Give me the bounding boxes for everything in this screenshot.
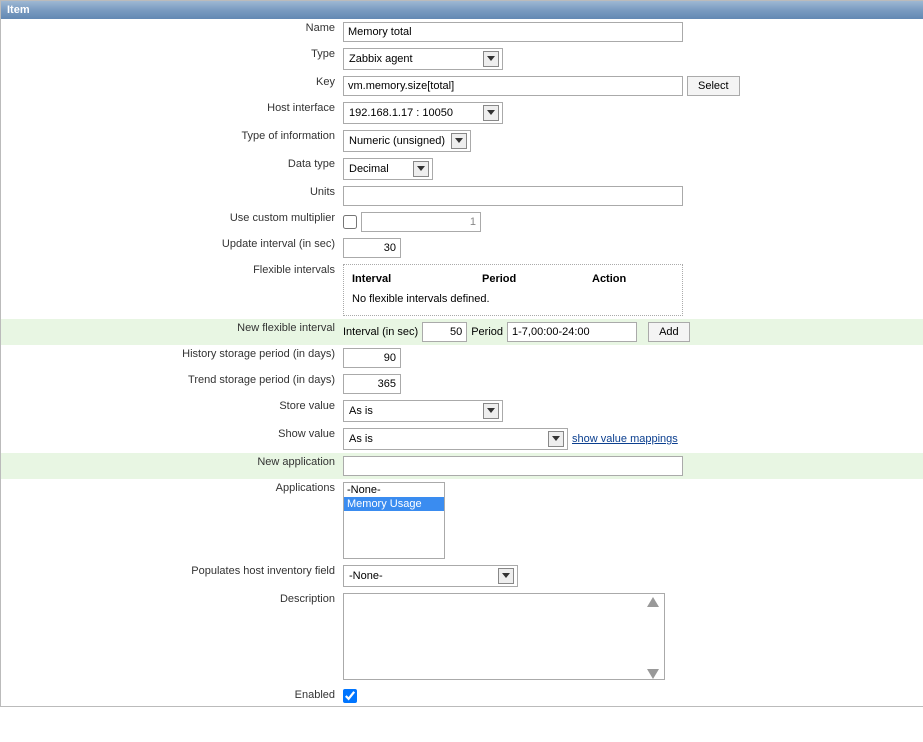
new-flex-interval-input[interactable] bbox=[422, 322, 467, 342]
label-key: Key bbox=[1, 73, 339, 99]
label-data-type: Data type bbox=[1, 155, 339, 183]
multiplier-input[interactable] bbox=[361, 212, 481, 232]
new-application-input[interactable] bbox=[343, 456, 683, 476]
applications-option[interactable]: -None- bbox=[344, 483, 444, 497]
history-storage-input[interactable] bbox=[343, 348, 401, 368]
applications-listbox[interactable]: -None- Memory Usage bbox=[343, 482, 445, 559]
applications-option[interactable]: Memory Usage bbox=[344, 497, 444, 511]
flex-header-period: Period bbox=[482, 273, 592, 285]
flexible-intervals-box: Interval Period Action No flexible inter… bbox=[343, 264, 683, 316]
label-applications: Applications bbox=[1, 479, 339, 562]
chevron-down-icon bbox=[483, 51, 499, 67]
data-type-select[interactable]: Decimal bbox=[343, 158, 433, 180]
label-trend-storage: Trend storage period (in days) bbox=[1, 371, 339, 397]
label-update-interval: Update interval (in sec) bbox=[1, 235, 339, 261]
label-populates-inventory: Populates host inventory field bbox=[1, 562, 339, 590]
label-new-application: New application bbox=[1, 453, 339, 479]
label-enabled: Enabled bbox=[1, 686, 339, 706]
data-type-value: Decimal bbox=[349, 163, 389, 175]
item-panel: Item Name Type Zabbix agent Key Select bbox=[0, 0, 923, 707]
label-type: Type bbox=[1, 45, 339, 73]
chevron-down-icon bbox=[413, 161, 429, 177]
panel-title: Item bbox=[1, 1, 923, 19]
label-use-custom-multiplier: Use custom multiplier bbox=[1, 209, 339, 235]
type-select[interactable]: Zabbix agent bbox=[343, 48, 503, 70]
new-flex-period-label: Period bbox=[471, 326, 503, 338]
name-input[interactable] bbox=[343, 22, 683, 42]
store-value-value: As is bbox=[349, 405, 373, 417]
flex-header-interval: Interval bbox=[352, 273, 482, 285]
chevron-down-icon bbox=[483, 403, 499, 419]
host-interface-value: 192.168.1.17 : 10050 bbox=[349, 107, 453, 119]
new-flex-period-input[interactable] bbox=[507, 322, 637, 342]
show-value-select[interactable]: As is bbox=[343, 428, 568, 450]
type-of-information-select[interactable]: Numeric (unsigned) bbox=[343, 130, 471, 152]
chevron-down-icon bbox=[498, 568, 514, 584]
label-type-of-information: Type of information bbox=[1, 127, 339, 155]
add-button[interactable]: Add bbox=[648, 322, 690, 342]
chevron-down-icon bbox=[483, 105, 499, 121]
populates-inventory-select[interactable]: -None- bbox=[343, 565, 518, 587]
new-flex-interval-label: Interval (in sec) bbox=[343, 326, 418, 338]
store-value-select[interactable]: As is bbox=[343, 400, 503, 422]
label-units: Units bbox=[1, 183, 339, 209]
enabled-checkbox[interactable] bbox=[343, 689, 357, 703]
host-interface-select[interactable]: 192.168.1.17 : 10050 bbox=[343, 102, 503, 124]
flex-header-action: Action bbox=[592, 273, 626, 285]
type-of-information-value: Numeric (unsigned) bbox=[349, 135, 445, 147]
label-name: Name bbox=[1, 19, 339, 45]
chevron-down-icon bbox=[451, 133, 467, 149]
units-input[interactable] bbox=[343, 186, 683, 206]
label-show-value: Show value bbox=[1, 425, 339, 453]
select-button[interactable]: Select bbox=[687, 76, 740, 96]
label-flexible-intervals: Flexible intervals bbox=[1, 261, 339, 319]
populates-inventory-value: -None- bbox=[349, 570, 383, 582]
chevron-down-icon bbox=[548, 431, 564, 447]
trend-storage-input[interactable] bbox=[343, 374, 401, 394]
type-select-value: Zabbix agent bbox=[349, 53, 413, 65]
show-value-mappings-link[interactable]: show value mappings bbox=[572, 433, 678, 445]
label-new-flexible-interval: New flexible interval bbox=[1, 319, 339, 345]
label-host-interface: Host interface bbox=[1, 99, 339, 127]
item-form: Name Type Zabbix agent Key Select bbox=[1, 19, 923, 706]
flex-no-defined: No flexible intervals defined. bbox=[352, 293, 674, 305]
update-interval-input[interactable] bbox=[343, 238, 401, 258]
description-textarea[interactable] bbox=[343, 593, 665, 680]
label-history-storage: History storage period (in days) bbox=[1, 345, 339, 371]
key-input[interactable] bbox=[343, 76, 683, 96]
show-value-value: As is bbox=[349, 433, 373, 445]
use-custom-multiplier-checkbox[interactable] bbox=[343, 215, 357, 229]
label-store-value: Store value bbox=[1, 397, 339, 425]
label-description: Description bbox=[1, 590, 339, 686]
